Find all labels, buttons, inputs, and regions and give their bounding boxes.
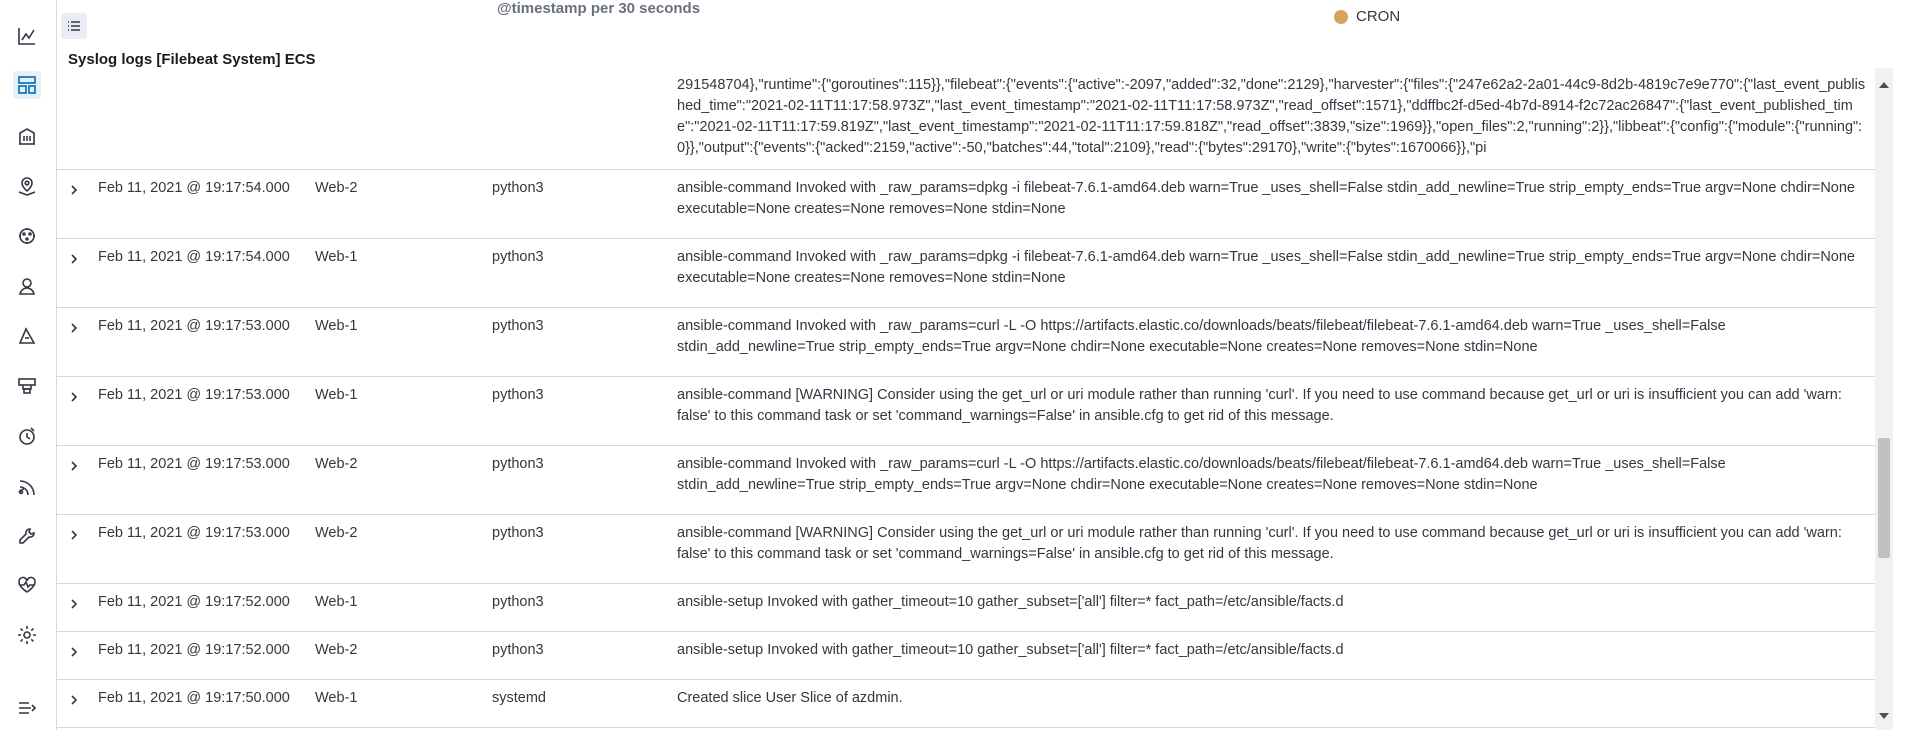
app-window: @timestamp per 30 seconds CRON Syslog lo… (0, 0, 1907, 730)
row-timestamp: Feb 11, 2021 @ 19:17:53.000 (98, 456, 290, 472)
row-timestamp: Feb 11, 2021 @ 19:17:53.000 (98, 525, 290, 541)
expanded-message: 291548704},"runtime":{"goroutines":115}}… (677, 77, 1866, 156)
chevron-right-icon[interactable] (67, 597, 81, 611)
table-row[interactable]: Feb 11, 2021 @ 19:17:52.000 Web-2 python… (57, 632, 1875, 680)
chart-icon[interactable] (13, 22, 41, 50)
chevron-right-icon[interactable] (67, 183, 81, 197)
uptime-icon[interactable] (13, 422, 41, 450)
row-host: Web-1 (315, 594, 358, 610)
graph-icon[interactable] (13, 272, 41, 300)
collapse-icon[interactable] (13, 694, 41, 722)
building-icon[interactable] (13, 122, 41, 150)
row-message: ansible-command [WARNING] Consider using… (677, 387, 1842, 424)
row-message: ansible-setup Invoked with gather_timeou… (677, 642, 1344, 658)
table-row[interactable]: Feb 11, 2021 @ 19:17:53.000 Web-2 python… (57, 446, 1875, 515)
row-message: ansible-command Invoked with _raw_params… (677, 318, 1726, 355)
row-process: python3 (492, 318, 544, 334)
row-host: Web-2 (315, 642, 358, 658)
chevron-right-icon[interactable] (67, 645, 81, 659)
row-process: python3 (492, 387, 544, 403)
row-timestamp: Feb 11, 2021 @ 19:17:54.000 (98, 180, 290, 196)
ml-icon[interactable] (13, 222, 41, 250)
table-row[interactable]: Feb 11, 2021 @ 19:17:54.000 Web-1 python… (57, 239, 1875, 308)
table-row[interactable]: Feb 11, 2021 @ 19:17:52.000 Web-1 python… (57, 584, 1875, 632)
row-host: Web-2 (315, 180, 358, 196)
scroll-up-arrow-icon[interactable] (1879, 82, 1889, 88)
row-host: Web-1 (315, 318, 358, 334)
row-process: python3 (492, 594, 544, 610)
row-process: python3 (492, 456, 544, 472)
row-message: ansible-command Invoked with _raw_params… (677, 249, 1855, 286)
row-process: python3 (492, 180, 544, 196)
row-host: Web-1 (315, 387, 358, 403)
row-message: ansible-command [WARNING] Consider using… (677, 525, 1842, 562)
row-host: Web-2 (315, 525, 358, 541)
row-message: Created slice User Slice of azdmin. (677, 690, 903, 706)
side-nav (0, 0, 57, 730)
row-timestamp: Feb 11, 2021 @ 19:17:50.000 (98, 690, 290, 706)
row-timestamp: Feb 11, 2021 @ 19:17:53.000 (98, 318, 290, 334)
chevron-right-icon[interactable] (67, 528, 81, 542)
scroll-thumb[interactable] (1878, 438, 1890, 558)
chart-x-axis-label: @timestamp per 30 seconds (497, 0, 701, 17)
row-message: ansible-command Invoked with _raw_params… (677, 456, 1726, 493)
table-row[interactable]: Feb 11, 2021 @ 19:17:53.000 Web-1 python… (57, 308, 1875, 377)
dev-tools-icon[interactable] (13, 522, 41, 550)
row-host: Web-1 (315, 249, 358, 265)
row-timestamp: Feb 11, 2021 @ 19:17:52.000 (98, 594, 290, 610)
row-message: ansible-setup Invoked with gather_timeou… (677, 594, 1344, 610)
table-row[interactable]: Feb 11, 2021 @ 19:17:54.000 Web-2 python… (57, 170, 1875, 239)
row-process: python3 (492, 525, 544, 541)
row-host: Web-1 (315, 690, 358, 706)
row-message: ansible-command Invoked with _raw_params… (677, 180, 1855, 217)
chart-legend-item[interactable]: CRON (1334, 8, 1400, 25)
chevron-right-icon[interactable] (67, 390, 81, 404)
legend-color-dot (1334, 9, 1348, 24)
security-icon[interactable] (13, 322, 41, 350)
row-timestamp: Feb 11, 2021 @ 19:17:53.000 (98, 387, 290, 403)
chevron-right-icon[interactable] (67, 252, 81, 266)
list-icon (68, 21, 80, 31)
row-timestamp: Feb 11, 2021 @ 19:17:52.000 (98, 642, 290, 658)
scroll-down-arrow-icon[interactable] (1879, 713, 1889, 719)
infra-icon[interactable] (13, 372, 41, 400)
table-row[interactable]: Feb 11, 2021 @ 19:17:53.000 Web-1 python… (57, 377, 1875, 446)
table-row[interactable]: Feb 11, 2021 @ 19:17:50.000 Web-1 system… (57, 680, 1875, 728)
log-table: 291548704},"runtime":{"goroutines":115}}… (57, 68, 1875, 730)
maps-icon[interactable] (13, 172, 41, 200)
expanded-log-row: 291548704},"runtime":{"goroutines":115}}… (57, 68, 1875, 170)
monitoring-icon[interactable] (13, 571, 41, 599)
chevron-right-icon[interactable] (67, 321, 81, 335)
row-process: python3 (492, 642, 544, 658)
chevron-right-icon[interactable] (67, 459, 81, 473)
chevron-right-icon[interactable] (67, 693, 81, 707)
dashboard-icon[interactable] (13, 71, 41, 99)
list-toggle-button[interactable] (61, 13, 87, 39)
row-process: python3 (492, 249, 544, 265)
legend-label: CRON (1356, 8, 1401, 25)
settings-icon[interactable] (13, 621, 41, 649)
row-host: Web-2 (315, 456, 358, 472)
table-row[interactable]: Feb 11, 2021 @ 19:17:53.000 Web-2 python… (57, 515, 1875, 584)
row-process: systemd (492, 690, 546, 706)
panel-title: Syslog logs [Filebeat System] ECS (68, 51, 316, 68)
apm-icon[interactable] (13, 472, 41, 500)
vertical-scrollbar[interactable] (1875, 68, 1893, 730)
row-timestamp: Feb 11, 2021 @ 19:17:54.000 (98, 249, 290, 265)
